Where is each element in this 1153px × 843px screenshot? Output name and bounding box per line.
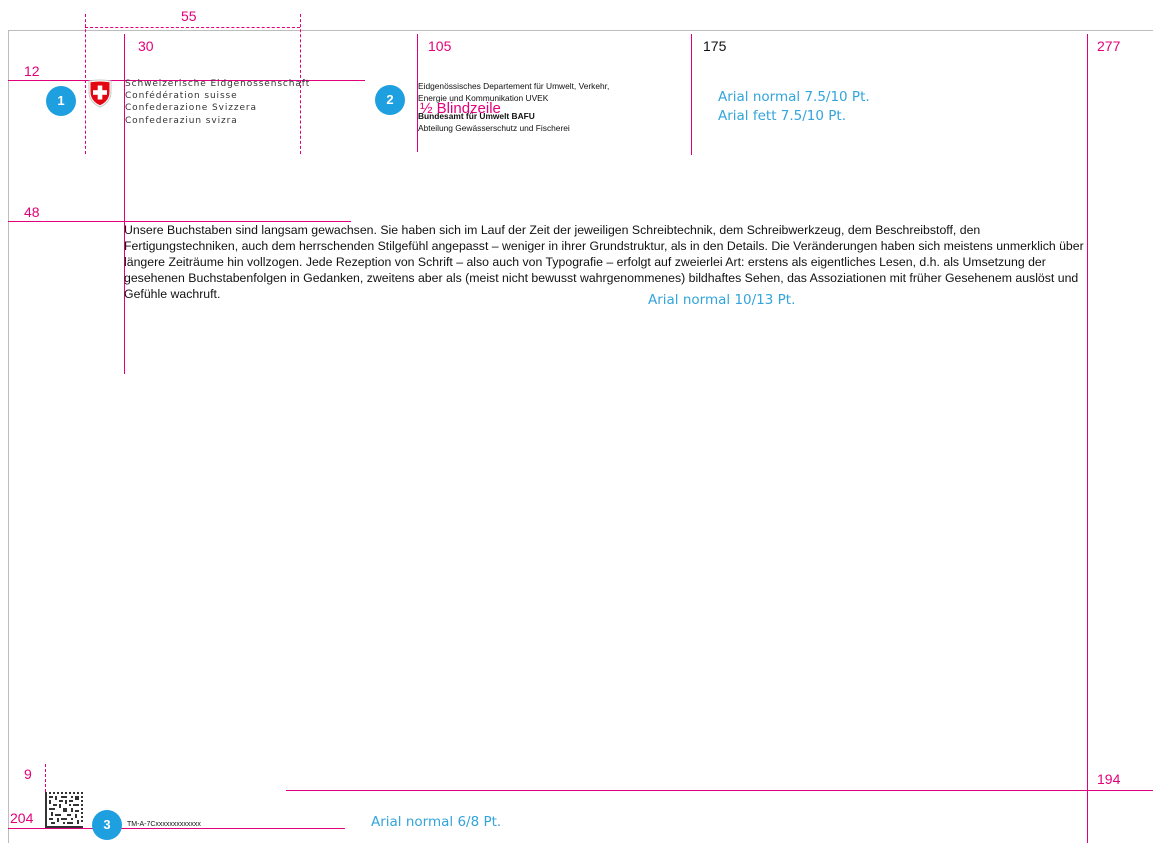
badge-1: 1: [46, 86, 76, 116]
body-text: Unsere Buchstaben sind langsam gewachsen…: [124, 223, 1084, 301]
blind-line-label: ½ Blindzeile: [420, 100, 501, 117]
guide-col-277: [1087, 34, 1088, 843]
note-footer: Arial normal 6/8 Pt.: [371, 814, 502, 830]
note-body: Arial normal 10/13 Pt.: [648, 292, 796, 308]
page-frame: [8, 30, 1153, 843]
badge-2: 2: [375, 85, 405, 115]
note-header-normal: Arial normal 7.5/10 Pt.: [718, 89, 870, 105]
badge-3: 3: [92, 810, 122, 840]
department-line-1: Eidgenössisches Departement für Umwelt, …: [418, 81, 610, 91]
guide-row-9-dashed: [45, 764, 46, 792]
measure-175: 175: [703, 38, 727, 54]
footer-code: TM-A-7Cxxxxxxxxxxxxx: [127, 821, 201, 828]
confederation-block: Schweizerische Eidgenossenschaft Confédé…: [125, 78, 310, 127]
measure-194: 194: [1097, 771, 1121, 787]
measure-12: 12: [24, 63, 40, 79]
confederation-line-de: Schweizerische Eidgenossenschaft: [125, 79, 311, 89]
note-header-bold: Arial fett 7.5/10 Pt.: [718, 108, 846, 124]
confederation-line-fr: Confédération suisse: [125, 91, 238, 102]
guide-top-dashed: [85, 27, 300, 28]
datamatrix-code-icon: [45, 792, 83, 828]
measure-9: 9: [24, 766, 32, 782]
guide-row-194: [286, 790, 1153, 791]
measure-204: 204: [10, 810, 34, 826]
measure-105: 105: [428, 38, 452, 54]
measure-55: 55: [181, 8, 197, 24]
measure-277: 277: [1097, 38, 1121, 54]
guide-col-175: [691, 34, 692, 155]
swiss-cross-shield-icon: [88, 79, 112, 108]
confederation-line-it: Confederazione Svizzera: [125, 103, 257, 114]
confederation-line-rm: Confederaziun svizra: [125, 115, 238, 126]
measure-48: 48: [24, 204, 40, 220]
department-division: Abteilung Gewässerschutz und Fischerei: [418, 123, 570, 133]
measure-30: 30: [138, 38, 154, 54]
